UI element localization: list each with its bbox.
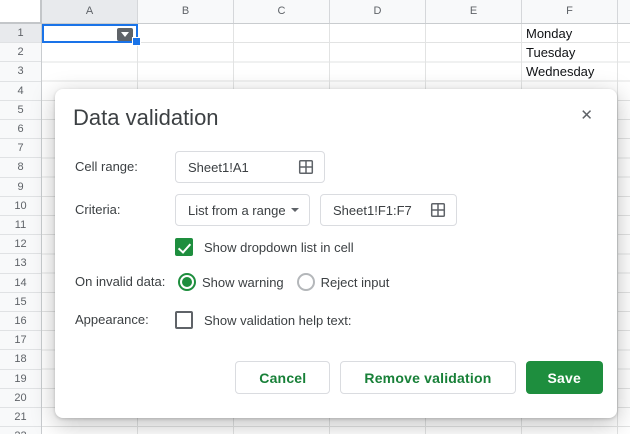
row-header-17[interactable]: 17 xyxy=(0,331,41,351)
criteria-dropdown[interactable]: List from a range xyxy=(175,194,310,226)
dialog-title: Data validation xyxy=(73,105,219,130)
row-header-21[interactable]: 21 xyxy=(0,408,41,428)
row-header-12[interactable]: 12 xyxy=(0,235,41,255)
select-range-icon[interactable] xyxy=(298,159,314,175)
row-header-16[interactable]: 16 xyxy=(0,312,41,332)
row-header-3[interactable]: 3 xyxy=(0,62,41,82)
show-dropdown-row: Show dropdown list in cell xyxy=(175,237,354,257)
column-header-A[interactable]: A xyxy=(42,0,138,23)
row-header-5[interactable]: 5 xyxy=(0,101,41,120)
column-header-C[interactable]: C xyxy=(234,0,330,23)
help-text-label: Show validation help text: xyxy=(204,312,352,328)
row-header-18[interactable]: 18 xyxy=(0,350,41,370)
cancel-button[interactable]: Cancel xyxy=(235,361,331,394)
fill-handle[interactable] xyxy=(132,37,141,47)
show-warning-label: Show warning xyxy=(202,274,284,290)
row-header-14[interactable]: 14 xyxy=(0,274,41,293)
screen: ABCDEF 1 2 3 4 5 6 7 8 9 10 11 12 13 14 15 16 17 18 19 20 21… xyxy=(0,0,630,434)
cell-F1[interactable]: Monday xyxy=(522,24,616,43)
on-invalid-options: Show warning Reject input xyxy=(178,272,389,292)
column-header-F[interactable]: F xyxy=(522,0,618,23)
show-warning-radio[interactable] xyxy=(178,273,196,291)
column-header-B[interactable]: B xyxy=(138,0,234,23)
reject-input-radio[interactable] xyxy=(296,273,315,291)
dropdown-arrow-icon xyxy=(121,32,129,37)
row-header-22[interactable]: 22 xyxy=(0,427,41,434)
remove-validation-button[interactable]: Remove validation xyxy=(340,361,516,394)
criteria-label: Criteria: xyxy=(75,202,121,217)
in-cell-dropdown-chip[interactable] xyxy=(117,28,133,41)
select-all-corner[interactable] xyxy=(0,0,42,24)
appearance-row: Show validation help text: xyxy=(175,310,351,330)
column-header-E[interactable]: E xyxy=(426,0,522,23)
reject-input-label: Reject input xyxy=(320,274,390,290)
chevron-down-icon xyxy=(291,208,299,212)
save-button[interactable]: Save xyxy=(525,361,603,394)
row-header-9[interactable]: 9 xyxy=(0,178,41,197)
row-header-10[interactable]: 10 xyxy=(0,197,41,216)
criteria-range-input[interactable]: Sheet1!F1:F7 xyxy=(320,194,457,226)
dialog-buttons: Cancel Remove validation Save xyxy=(235,361,603,394)
selected-cell-A1[interactable] xyxy=(42,24,141,47)
data-validation-dialog: Data validation ✕ Cell range: Sheet1!A1 … xyxy=(55,89,617,418)
show-dropdown-label: Show dropdown list in cell xyxy=(204,239,354,255)
cell-range-value: Sheet1!A1 xyxy=(188,159,249,175)
appearance-label: Appearance: xyxy=(75,312,149,327)
criteria-range-value: Sheet1!F1:F7 xyxy=(333,202,412,218)
cell-F3[interactable]: Wednesday xyxy=(522,62,616,81)
on-invalid-data-label: On invalid data: xyxy=(75,274,166,289)
row-header-11[interactable]: 11 xyxy=(0,216,41,236)
criteria-dropdown-value: List from a range xyxy=(188,202,285,218)
row-header-15[interactable]: 15 xyxy=(0,293,41,312)
cell-range-input[interactable]: Sheet1!A1 xyxy=(175,151,325,183)
row-header-8[interactable]: 8 xyxy=(0,158,41,178)
cell-range-label: Cell range: xyxy=(75,159,138,174)
cell-F2[interactable]: Tuesday xyxy=(522,43,616,62)
row-header-7[interactable]: 7 xyxy=(0,139,41,159)
close-icon[interactable]: ✕ xyxy=(580,108,593,123)
row-header-19[interactable]: 19 xyxy=(0,370,41,389)
help-text-checkbox[interactable] xyxy=(175,311,193,329)
row-header-2[interactable]: 2 xyxy=(0,43,41,63)
row-header-20[interactable]: 20 xyxy=(0,389,41,408)
row-header-1[interactable]: 1 xyxy=(0,24,41,44)
select-range-icon[interactable] xyxy=(430,202,446,218)
row-header-6[interactable]: 6 xyxy=(0,120,41,140)
column-header-D[interactable]: D xyxy=(330,0,426,23)
row-header-13[interactable]: 13 xyxy=(0,254,41,274)
show-dropdown-checkbox[interactable] xyxy=(175,238,193,256)
row-header-4[interactable]: 4 xyxy=(0,82,41,101)
